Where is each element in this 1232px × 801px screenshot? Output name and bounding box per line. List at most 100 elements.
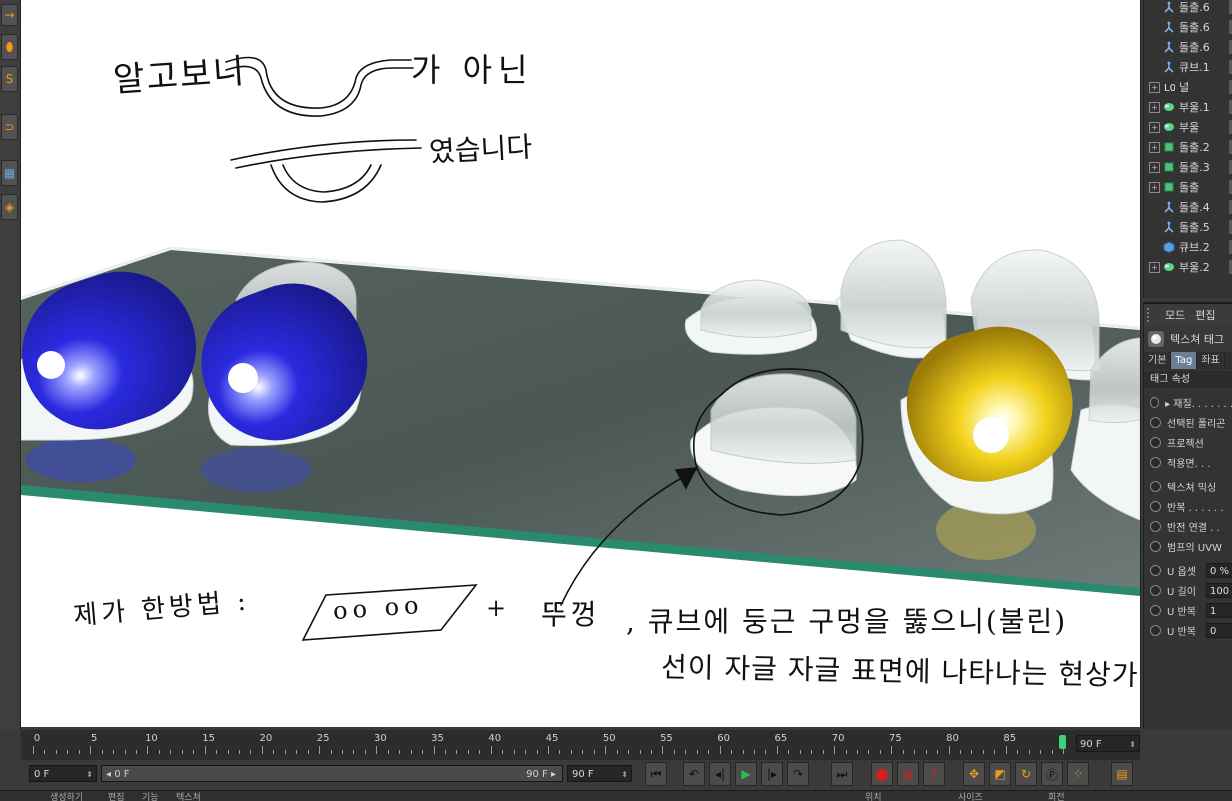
animate-dot-icon[interactable] bbox=[1150, 520, 1161, 532]
object-row[interactable]: + 부울.1 bbox=[1144, 97, 1232, 117]
expand-plus-icon[interactable]: + bbox=[1149, 81, 1160, 93]
timeline-ticks[interactable]: 0 5 10 15 20 25 30 35 40 45 50 55 60 65 70 75 80 85 bbox=[33, 732, 1066, 758]
go-to-end-button[interactable]: ⏭ bbox=[831, 762, 853, 786]
record-button[interactable]: ⬤ bbox=[871, 762, 893, 786]
menu-edit[interactable]: 편집 bbox=[1195, 307, 1215, 323]
magnet-tool-icon[interactable]: ⊃ bbox=[1, 114, 18, 140]
animate-dot-icon[interactable] bbox=[1150, 624, 1161, 636]
attribute-row[interactable]: 적용면. . . bbox=[1144, 452, 1232, 472]
spinner-icon[interactable]: ⬍ bbox=[86, 766, 93, 783]
timeline-window-button[interactable]: ▤ bbox=[1111, 762, 1133, 786]
move-arrow-tool-icon[interactable]: → bbox=[1, 4, 18, 26]
timeline-end-field[interactable]: 90 F ⬍ bbox=[1076, 735, 1140, 752]
expand-plus-icon[interactable]: + bbox=[1149, 121, 1160, 133]
animate-dot-icon[interactable] bbox=[1150, 604, 1161, 616]
tab-tag[interactable]: Tag bbox=[1171, 352, 1198, 369]
snap-tool-icon[interactable]: S bbox=[1, 66, 18, 92]
move-key-button[interactable]: ✥ bbox=[963, 762, 985, 786]
tab-basic[interactable]: 기본 bbox=[1144, 352, 1172, 369]
tab-create[interactable]: 생성하기 bbox=[50, 791, 83, 801]
step-back-button[interactable]: ◂| bbox=[709, 762, 731, 786]
object-row[interactable]: + 돌출.2 bbox=[1144, 137, 1232, 157]
go-to-start-button[interactable]: ⏮ bbox=[645, 762, 667, 786]
expand-plus-icon[interactable]: + bbox=[1149, 161, 1160, 173]
expand-plus-icon[interactable]: + bbox=[1149, 101, 1160, 113]
attribute-label: U 반복 bbox=[1167, 606, 1196, 618]
grid-lock-icon[interactable]: ▦ bbox=[1, 160, 18, 186]
object-row[interactable]: 돌출.6 bbox=[1144, 37, 1232, 57]
object-row[interactable]: 돌출.6 bbox=[1144, 0, 1232, 17]
expand-plus-icon[interactable]: + bbox=[1149, 141, 1160, 153]
menu-mode[interactable]: 모드 bbox=[1165, 307, 1185, 323]
attribute-row[interactable]: 선택된 폴리곤 bbox=[1144, 412, 1232, 432]
spinner-icon[interactable]: ⬍ bbox=[1129, 736, 1136, 753]
attribute-value-field[interactable]: 0 bbox=[1206, 622, 1232, 638]
annotation-line1-a: 알고보니 bbox=[112, 51, 248, 101]
attribute-row[interactable]: 범프의 UVW bbox=[1144, 536, 1232, 556]
workplane-icon[interactable]: ◈ bbox=[1, 194, 18, 220]
3d-viewport[interactable]: 알고보니 가 아닌 였습니다 제가 한방법 : oo oo + 뚜껑 , 큐브에… bbox=[21, 0, 1141, 727]
expand-plus-icon[interactable]: + bbox=[1149, 261, 1160, 273]
auto-key-button[interactable]: ◍ bbox=[897, 762, 919, 786]
attribute-row[interactable]: U 반복 1 bbox=[1144, 600, 1232, 620]
play-button[interactable]: ▶ bbox=[735, 762, 757, 786]
attribute-row[interactable]: ▸ 재질. . . . . . . bbox=[1144, 392, 1232, 412]
object-row[interactable]: 돌출.5 bbox=[1144, 217, 1232, 237]
object-row[interactable]: + 부울 bbox=[1144, 117, 1232, 137]
attribute-row[interactable]: 텍스쳐 믹싱 bbox=[1144, 476, 1232, 496]
mouse-tool-icon[interactable]: ⬮ bbox=[1, 34, 18, 60]
object-row[interactable]: + L0 널 bbox=[1144, 77, 1232, 97]
animate-dot-icon[interactable] bbox=[1150, 436, 1161, 448]
expand-plus-icon[interactable]: + bbox=[1149, 181, 1160, 193]
range-slider[interactable]: ◂ 0 F 90 F ▸ bbox=[101, 765, 563, 782]
animate-dot-icon[interactable] bbox=[1150, 500, 1161, 512]
scale-key-button[interactable]: ◩ bbox=[989, 762, 1011, 786]
timeline-tick bbox=[891, 746, 893, 754]
panel-grip-icon[interactable] bbox=[1147, 308, 1155, 322]
point-key-button[interactable]: ⁘ bbox=[1067, 762, 1089, 786]
animate-dot-icon[interactable] bbox=[1150, 416, 1161, 428]
playhead-marker[interactable] bbox=[1059, 735, 1066, 749]
animate-dot-icon[interactable] bbox=[1150, 480, 1161, 492]
timeline-tick-label: 50 bbox=[602, 733, 616, 744]
animate-dot-icon[interactable] bbox=[1150, 456, 1161, 468]
tab-size[interactable]: 사이즈 bbox=[958, 791, 983, 801]
end-frame-field[interactable]: 90 F ⬍ bbox=[567, 765, 632, 782]
attribute-row[interactable]: U 길이 100 bbox=[1144, 580, 1232, 600]
go-to-next-key-button[interactable]: ↷ bbox=[787, 762, 809, 786]
tab-function[interactable]: 기능 bbox=[142, 791, 159, 801]
attribute-value-field[interactable]: 1 bbox=[1206, 602, 1232, 618]
tab-rotation[interactable]: 회전 bbox=[1048, 791, 1065, 801]
object-row[interactable]: 큐브.1 bbox=[1144, 57, 1232, 77]
tab-coord[interactable]: 좌표 bbox=[1197, 352, 1225, 369]
object-row[interactable]: + 돌출.3 bbox=[1144, 157, 1232, 177]
rotate-key-button[interactable]: ↻ bbox=[1015, 762, 1037, 786]
animate-dot-icon[interactable] bbox=[1150, 540, 1161, 552]
attribute-value-field[interactable]: 0 % bbox=[1206, 562, 1232, 578]
step-forward-button[interactable]: |▸ bbox=[761, 762, 783, 786]
keyframe-selection-button[interactable]: ? bbox=[923, 762, 945, 786]
spline-icon bbox=[1163, 41, 1175, 53]
attribute-row[interactable]: 반전 연결 . . bbox=[1144, 516, 1232, 536]
go-to-prev-key-button[interactable]: ↶ bbox=[683, 762, 705, 786]
spinner-icon[interactable]: ⬍ bbox=[621, 766, 628, 783]
tab-position[interactable]: 위치 bbox=[865, 791, 882, 801]
object-row[interactable]: + 부울.2 bbox=[1144, 257, 1232, 277]
attribute-row[interactable]: U 반복 0 bbox=[1144, 620, 1232, 640]
tab-texture[interactable]: 텍스쳐 bbox=[176, 791, 201, 801]
param-key-button[interactable]: Ⓟ bbox=[1041, 762, 1063, 786]
animate-dot-icon[interactable] bbox=[1150, 564, 1161, 576]
attribute-row[interactable]: U 옵셋 0 % bbox=[1144, 560, 1232, 580]
animate-dot-icon[interactable] bbox=[1150, 584, 1161, 596]
attribute-row[interactable]: 프로젝션 bbox=[1144, 432, 1232, 452]
start-frame-field[interactable]: 0 F ⬍ bbox=[29, 765, 97, 782]
object-row[interactable]: 큐브.2 bbox=[1144, 237, 1232, 257]
object-row[interactable]: 돌출.4 bbox=[1144, 197, 1232, 217]
object-row[interactable]: + 돌출 bbox=[1144, 177, 1232, 197]
attribute-value-field[interactable]: 100 bbox=[1206, 582, 1232, 598]
tab-edit[interactable]: 편집 bbox=[108, 791, 125, 801]
attribute-row[interactable]: 반복 . . . . . . bbox=[1144, 496, 1232, 516]
timeline-ruler[interactable]: 0 5 10 15 20 25 30 35 40 45 50 55 60 65 70 75 80 85 bbox=[21, 730, 1140, 760]
animate-dot-icon[interactable] bbox=[1150, 396, 1160, 408]
object-row[interactable]: 돌출.6 bbox=[1144, 17, 1232, 37]
